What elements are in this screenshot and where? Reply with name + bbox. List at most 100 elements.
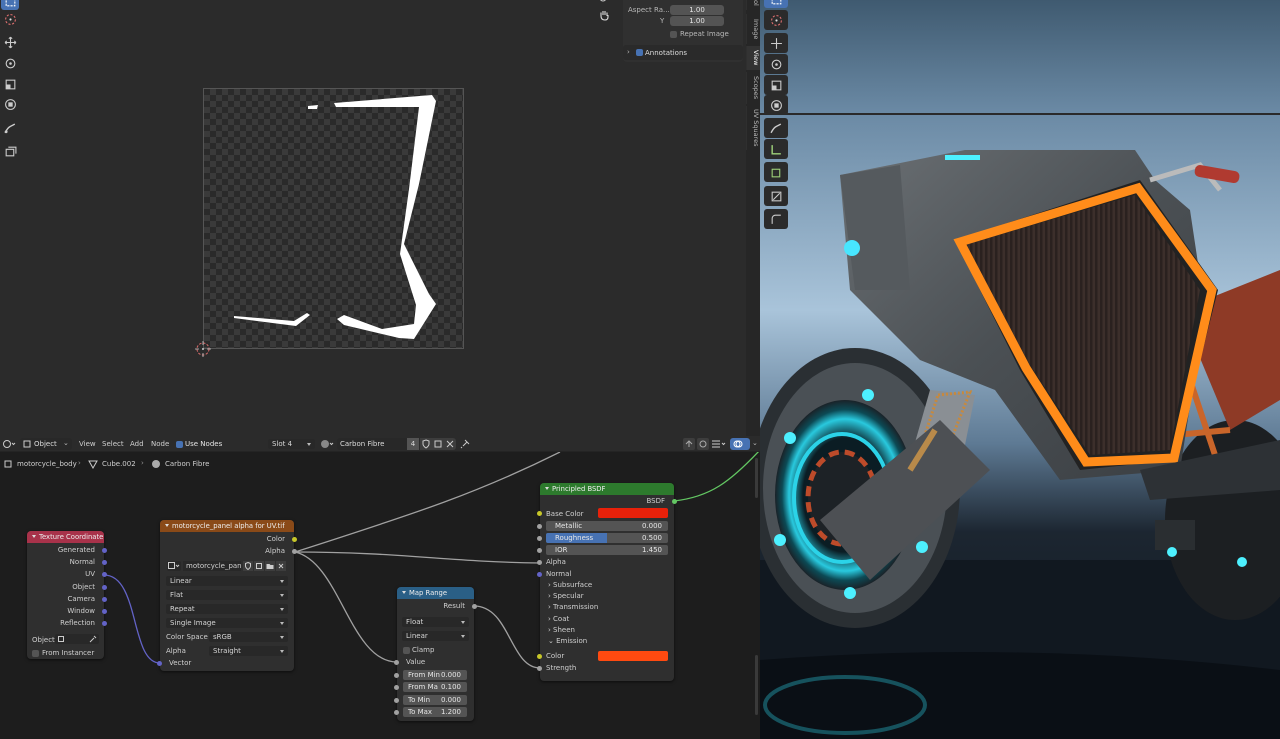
cursor-tool[interactable]	[1, 10, 19, 28]
transform-tool[interactable]	[1, 95, 19, 113]
socket-result[interactable]	[472, 604, 477, 609]
select-box-tool[interactable]	[1, 0, 19, 10]
socket-generated[interactable]	[102, 548, 107, 553]
tab-tool[interactable]: ol	[746, 0, 760, 10]
tab-scopes[interactable]: Scopes	[746, 72, 760, 104]
select-box-tool[interactable]	[764, 0, 788, 8]
rip-tool[interactable]	[1, 142, 19, 160]
socket-normal[interactable]	[537, 572, 542, 577]
from-max-field[interactable]: From Ma 0.100	[403, 682, 467, 692]
socket-alpha[interactable]	[292, 549, 297, 554]
metallic-field[interactable]: Metallic 0.000	[546, 521, 668, 531]
socket-emission-strength[interactable]	[537, 666, 542, 671]
socket-alpha[interactable]	[537, 560, 542, 565]
material-name-field[interactable]: Carbon Fibre	[337, 438, 407, 450]
socket-normal[interactable]	[102, 560, 107, 565]
folder-icon[interactable]	[265, 561, 275, 571]
cursor-tool[interactable]	[764, 10, 788, 30]
copy-icon[interactable]	[254, 561, 264, 571]
socket-bsdf[interactable]	[672, 499, 677, 504]
eyedropper-icon[interactable]	[89, 635, 97, 645]
slot-dropdown[interactable]: Slot 4	[268, 439, 315, 449]
panel-specular[interactable]: › Specular	[548, 592, 584, 600]
parent-node-icon[interactable]	[683, 438, 695, 450]
annotate-tool[interactable]	[764, 118, 788, 138]
scale-tool[interactable]	[1, 75, 19, 93]
bevel-tool[interactable]	[764, 209, 788, 229]
interpolation-dropdown[interactable]: Linear	[166, 576, 288, 586]
snap-icon[interactable]	[697, 438, 709, 450]
panel-subsurface[interactable]: › Subsurface	[548, 581, 592, 589]
principled-bsdf-node[interactable]: Principled BSDF BSDF Base Color Metallic…	[537, 483, 677, 681]
overlays-button[interactable]	[730, 438, 750, 450]
vertical-scrollbar[interactable]	[755, 458, 758, 498]
tab-image[interactable]: Image	[746, 14, 760, 44]
data-type-dropdown[interactable]: Float	[402, 617, 469, 627]
repeat-image-checkbox[interactable]	[670, 31, 677, 38]
color-space-dropdown[interactable]: sRGB	[209, 632, 288, 642]
rotate-tool[interactable]	[1, 54, 19, 72]
pin-icon[interactable]	[460, 439, 470, 451]
from-instancer-checkbox[interactable]	[32, 650, 39, 657]
image-name-field[interactable]: motorcycle_pan...	[183, 561, 241, 571]
fake-user-button[interactable]	[420, 438, 432, 450]
unlink-material-button[interactable]	[444, 438, 456, 450]
aspect-x-field[interactable]: 1.00	[670, 5, 724, 15]
menu-select[interactable]: Select	[102, 439, 124, 450]
source-dropdown[interactable]: Single Image	[166, 618, 288, 628]
tab-view[interactable]: View	[746, 46, 760, 70]
annotations-checkbox[interactable]	[636, 49, 643, 56]
texture-coordinate-node[interactable]: Texture Coordinate Generated Normal UV O…	[27, 531, 107, 659]
material-sphere-icon[interactable]	[320, 439, 334, 451]
measure-tool[interactable]	[764, 139, 788, 159]
socket-to-min[interactable]	[394, 698, 399, 703]
socket-metallic[interactable]	[537, 524, 542, 529]
socket-reflection[interactable]	[102, 621, 107, 626]
panel-transmission[interactable]: › Transmission	[548, 603, 598, 611]
use-nodes-checkbox[interactable]	[176, 441, 183, 448]
socket-camera[interactable]	[102, 597, 107, 602]
panel-coat[interactable]: › Coat	[548, 615, 569, 623]
menu-view[interactable]: View	[79, 439, 96, 450]
socket-base-color[interactable]	[537, 511, 542, 516]
extrude-tool[interactable]	[764, 186, 788, 206]
render-viewport[interactable]	[760, 0, 1280, 739]
menu-node[interactable]: Node	[151, 439, 169, 450]
editor-type-icon[interactable]	[2, 439, 16, 451]
socket-from-min[interactable]	[394, 673, 399, 678]
shield-icon[interactable]	[243, 561, 253, 571]
aspect-y-field[interactable]: 1.00	[670, 16, 724, 26]
socket-object[interactable]	[102, 585, 107, 590]
menu-add[interactable]: Add	[130, 439, 144, 450]
uv-image-canvas[interactable]	[203, 88, 464, 349]
zoom-icon[interactable]	[596, 0, 610, 8]
move-tool[interactable]	[764, 33, 788, 53]
base-color-swatch[interactable]	[598, 508, 668, 518]
socket-uv[interactable]	[102, 572, 107, 577]
transform-tool[interactable]	[764, 95, 788, 115]
from-min-field[interactable]: From Min 0.000	[403, 670, 467, 680]
socket-to-max[interactable]	[394, 710, 399, 715]
annotate-tool[interactable]	[1, 119, 19, 137]
socket-color[interactable]	[292, 537, 297, 542]
2d-cursor-icon[interactable]	[195, 341, 211, 359]
to-max-field[interactable]: To Max 1.200	[403, 707, 467, 717]
move-tool[interactable]	[1, 33, 19, 51]
rotate-tool[interactable]	[764, 54, 788, 74]
scale-tool[interactable]	[764, 75, 788, 95]
material-user-count[interactable]: 4	[407, 438, 419, 450]
map-range-node[interactable]: Map Range Result Float Linear Clamp Valu…	[394, 587, 477, 721]
object-mode-dropdown[interactable]: Object ⌄	[20, 438, 72, 450]
image-browse-icon[interactable]	[167, 561, 181, 571]
socket-emission-color[interactable]	[537, 654, 542, 659]
close-icon[interactable]	[276, 561, 286, 571]
interpolation-dropdown[interactable]: Linear	[402, 631, 469, 641]
emission-color-swatch[interactable]	[598, 651, 668, 661]
duplicate-material-button[interactable]	[432, 438, 444, 450]
annotations-panel-header[interactable]: › Annotations	[623, 45, 743, 60]
socket-roughness[interactable]	[537, 536, 542, 541]
panel-emission[interactable]: ⌄ Emission	[548, 637, 587, 645]
image-texture-node[interactable]: motorcycle_panel alpha for UV.tif Color …	[157, 520, 297, 671]
socket-window[interactable]	[102, 609, 107, 614]
socket-ior[interactable]	[537, 548, 542, 553]
